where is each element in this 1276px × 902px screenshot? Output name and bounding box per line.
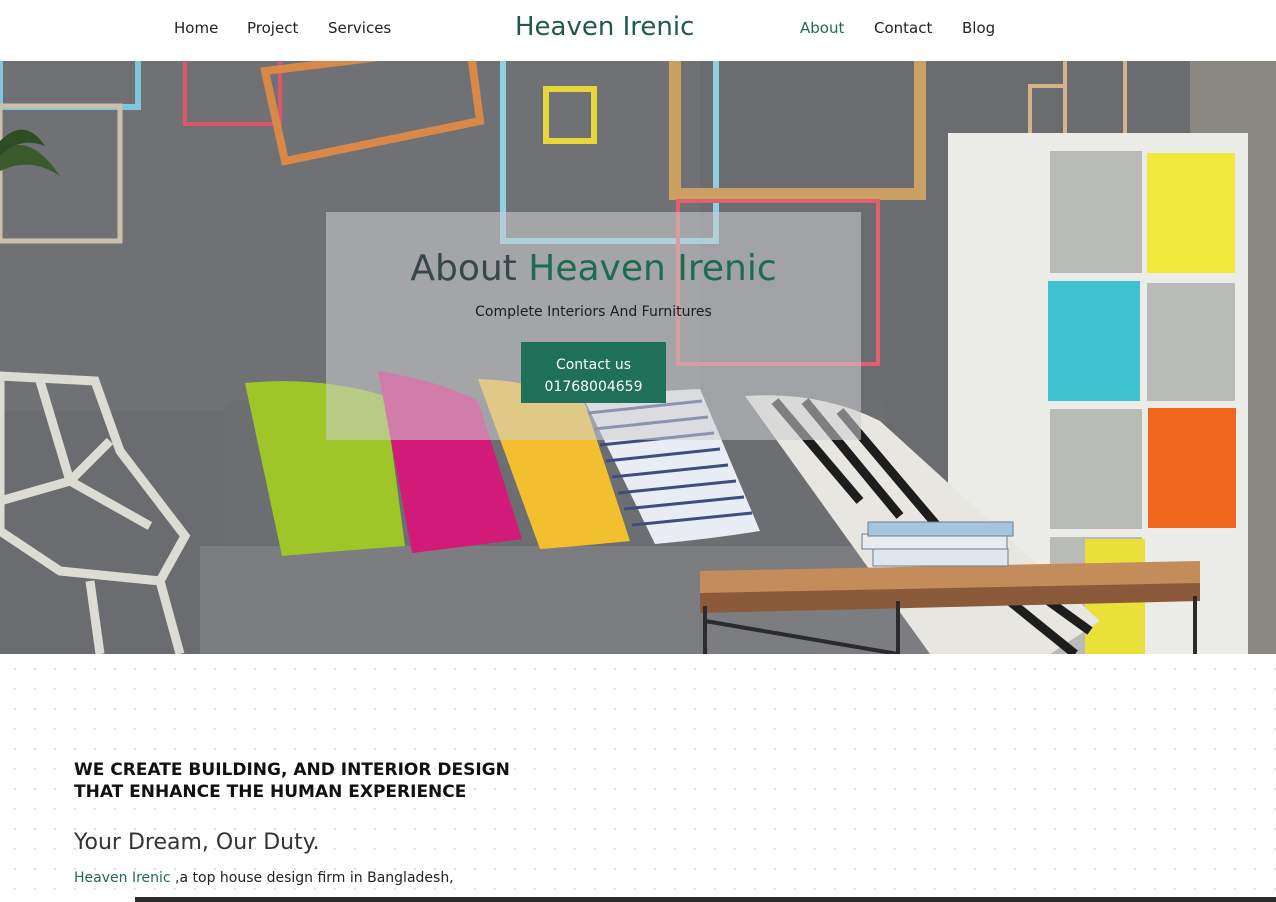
contact-button-label: Contact us bbox=[555, 357, 632, 373]
hero-title-accent: Heaven Irenic bbox=[528, 248, 777, 289]
intro-brand-link[interactable]: Heaven Irenic bbox=[74, 870, 171, 886]
hero-banner: About Heaven Irenic Complete Interiors A… bbox=[0, 61, 1276, 654]
hero-subtitle: Complete Interiors And Furnitures bbox=[475, 304, 712, 320]
nav-link-blog[interactable]: Blog bbox=[962, 19, 995, 37]
intro-paragraph: Heaven Irenic ,a top house design firm i… bbox=[74, 870, 454, 886]
headline-line-1: WE CREATE BUILDING, AND INTERIOR DESIGN bbox=[74, 760, 510, 780]
nav-link-about[interactable]: About bbox=[800, 19, 844, 37]
nav-link-home[interactable]: Home bbox=[174, 19, 218, 37]
nav-link-contact[interactable]: Contact bbox=[874, 19, 932, 37]
contact-button-phone: 01768004659 bbox=[544, 379, 643, 395]
hero-title: About Heaven Irenic bbox=[326, 248, 861, 289]
section-headline: WE CREATE BUILDING, AND INTERIOR DESIGN … bbox=[74, 759, 510, 803]
hero-overlay-card: About Heaven Irenic Complete Interiors A… bbox=[326, 212, 861, 440]
intro-text: ,a top house design firm in Bangladesh, bbox=[170, 870, 454, 886]
section-tagline: Your Dream, Our Duty. bbox=[74, 830, 320, 855]
bottom-scrollbar[interactable] bbox=[135, 897, 1276, 902]
hero-title-prefix: About bbox=[410, 248, 517, 289]
top-navbar: Home Project Services Heaven Irenic Abou… bbox=[0, 0, 1276, 61]
contact-us-button[interactable]: Contact us 01768004659 bbox=[521, 342, 666, 403]
nav-link-services[interactable]: Services bbox=[328, 19, 391, 37]
headline-line-2: THAT ENHANCE THE HUMAN EXPERIENCE bbox=[74, 782, 467, 802]
about-section: WE CREATE BUILDING, AND INTERIOR DESIGN … bbox=[0, 654, 1276, 902]
brand-logo[interactable]: Heaven Irenic bbox=[515, 12, 694, 42]
nav-link-project[interactable]: Project bbox=[247, 19, 298, 37]
